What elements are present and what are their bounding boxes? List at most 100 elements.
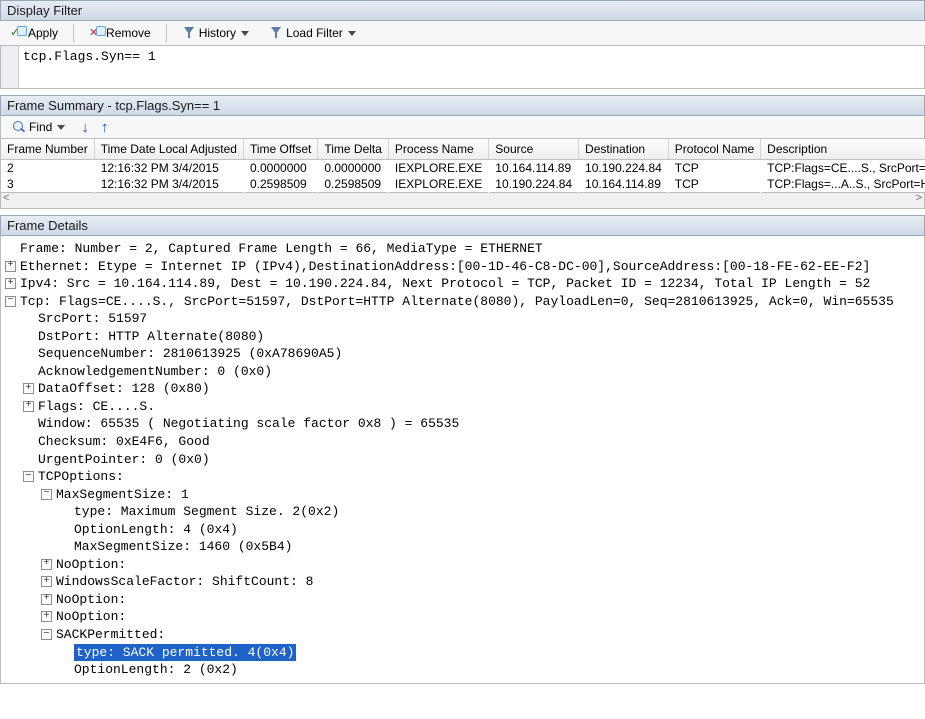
tree-mss-len[interactable]: OptionLength: 4 (0x4) [5,521,922,539]
load-filter-label: Load Filter [286,26,343,40]
load-filter-dropdown[interactable]: Load Filter [262,24,363,42]
cell-process-name: IEXPLORE.EXE [388,176,488,193]
tree-mss-val[interactable]: MaxSegmentSize: 1460 (0x5B4) [5,538,922,556]
tree-noopt[interactable]: + NoOption: [5,608,922,626]
table-row[interactable]: 3 12:16:32 PM 3/4/2015 0.2598509 0.25985… [1,176,925,193]
table-row[interactable]: 2 12:16:32 PM 3/4/2015 0.0000000 0.00000… [1,160,925,177]
tree-flags[interactable]: + Flags: CE....S. [5,398,922,416]
tree-mss[interactable]: − MaxSegmentSize: 1 [5,486,922,504]
tree-toggle[interactable]: + [5,278,16,289]
cell-time-date: 12:16:32 PM 3/4/2015 [94,160,243,177]
remove-button[interactable]: Remove [82,24,158,42]
cell-destination: 10.190.224.84 [579,160,669,177]
filter-gutter [1,46,19,88]
tree-checksum[interactable]: Checksum: 0xE4F6, Good [5,433,922,451]
tree-wsf[interactable]: + WindowsScaleFactor: ShiftCount: 8 [5,573,922,591]
tree-label: TCPOptions: [38,468,124,486]
tree-label: Flags: CE....S. [38,398,155,416]
col-time-offset[interactable]: Time Offset [243,139,317,160]
tree-noopt[interactable]: + NoOption: [5,556,922,574]
toolbar-separator [73,24,74,42]
tree-toggle[interactable]: − [41,489,52,500]
cell-destination: 10.164.114.89 [579,176,669,193]
tree-toggle[interactable]: + [41,576,52,587]
cell-protocol: TCP [668,160,760,177]
col-time-date[interactable]: Time Date Local Adjusted [94,139,243,160]
col-time-delta[interactable]: Time Delta [318,139,389,160]
col-frame-number[interactable]: Frame Number [1,139,95,160]
down-arrow-button[interactable]: ↓ [78,120,92,135]
tree-toggle[interactable]: − [5,296,16,307]
tree-label: WindowsScaleFactor: ShiftCount: 8 [56,573,313,591]
tree-toggle [23,418,34,429]
tree-noopt[interactable]: + NoOption: [5,591,922,609]
history-dropdown[interactable]: History [175,24,256,42]
tree-tcp[interactable]: − Tcp: Flags=CE....S., SrcPort=51597, Ds… [5,293,922,311]
table-header-row: Frame Number Time Date Local Adjusted Ti… [1,139,925,160]
load-filter-icon [269,26,283,40]
toolbar-separator [166,24,167,42]
cell-time-offset: 0.2598509 [243,176,317,193]
tree-label: Ethernet: Etype = Internet IP (IPv4),Des… [20,258,870,276]
tree-mss-type[interactable]: type: Maximum Segment Size. 2(0x2) [5,503,922,521]
tree-toggle [23,348,34,359]
cell-time-delta: 0.2598509 [318,176,389,193]
filter-expression-input[interactable]: tcp.Flags.Syn== 1 [19,46,924,88]
display-filter-title: Display Filter [7,3,82,18]
tree-label: SACKPermitted: [56,626,165,644]
apply-button[interactable]: Apply [4,24,65,42]
tree-label: Tcp: Flags=CE....S., SrcPort=51597, DstP… [20,293,894,311]
tree-toggle[interactable]: + [5,261,16,272]
tree-toggle [59,541,70,552]
tree-toggle[interactable]: − [23,471,34,482]
tree-label: type: Maximum Segment Size. 2(0x2) [74,503,339,521]
frame-summary-table: Frame Number Time Date Local Adjusted Ti… [0,139,925,193]
tree-label: SrcPort: 51597 [38,310,147,328]
up-arrow-button[interactable]: ↑ [98,120,112,135]
tree-toggle[interactable]: + [41,611,52,622]
frame-details-tree: Frame: Number = 2, Captured Frame Length… [0,236,925,684]
tree-label: Frame: Number = 2, Captured Frame Length… [20,240,543,258]
col-source[interactable]: Source [489,139,579,160]
col-process-name[interactable]: Process Name [388,139,488,160]
tree-toggle[interactable]: + [23,401,34,412]
tree-ipv4[interactable]: + Ipv4: Src = 10.164.114.89, Dest = 10.1… [5,275,922,293]
tree-label: DataOffset: 128 (0x80) [38,380,210,398]
tree-acknum[interactable]: AcknowledgementNumber: 0 (0x0) [5,363,922,381]
horizontal-scrollbar[interactable] [0,193,925,209]
display-filter-header: Display Filter [0,0,925,21]
tree-seqnum[interactable]: SequenceNumber: 2810613925 (0xA78690A5) [5,345,922,363]
tree-dataoffset[interactable]: + DataOffset: 128 (0x80) [5,380,922,398]
tree-frame[interactable]: Frame: Number = 2, Captured Frame Length… [5,240,922,258]
tree-sack-type[interactable]: type: SACK permitted. 4(0x4) [5,644,922,662]
tree-srcport[interactable]: SrcPort: 51597 [5,310,922,328]
tree-dstport[interactable]: DstPort: HTTP Alternate(8080) [5,328,922,346]
tree-toggle[interactable]: − [41,629,52,640]
tree-toggle[interactable]: + [23,383,34,394]
tree-toggle[interactable]: + [41,559,52,570]
chevron-down-icon [241,31,249,36]
tree-label: Checksum: 0xE4F6, Good [38,433,210,451]
col-description[interactable]: Description [761,139,925,160]
tree-label: NoOption: [56,556,126,574]
tree-label: AcknowledgementNumber: 0 (0x0) [38,363,272,381]
chevron-down-icon [348,31,356,36]
tree-label: MaxSegmentSize: 1 [56,486,189,504]
tree-ethernet[interactable]: + Ethernet: Etype = Internet IP (IPv4),D… [5,258,922,276]
tree-toggle [59,506,70,517]
tree-sack-len[interactable]: OptionLength: 2 (0x2) [5,661,922,679]
tree-label: MaxSegmentSize: 1460 (0x5B4) [74,538,292,556]
tree-toggle [23,313,34,324]
tree-toggle [23,366,34,377]
find-icon [12,120,26,134]
col-protocol[interactable]: Protocol Name [668,139,760,160]
tree-toggle[interactable]: + [41,594,52,605]
tree-sackpermitted[interactable]: − SACKPermitted: [5,626,922,644]
tree-urgent[interactable]: UrgentPointer: 0 (0x0) [5,451,922,469]
tree-tcpoptions[interactable]: − TCPOptions: [5,468,922,486]
tree-toggle [59,524,70,535]
col-destination[interactable]: Destination [579,139,669,160]
tree-toggle [59,647,70,658]
find-dropdown[interactable]: Find [5,118,72,136]
tree-window[interactable]: Window: 65535 ( Negotiating scale factor… [5,415,922,433]
